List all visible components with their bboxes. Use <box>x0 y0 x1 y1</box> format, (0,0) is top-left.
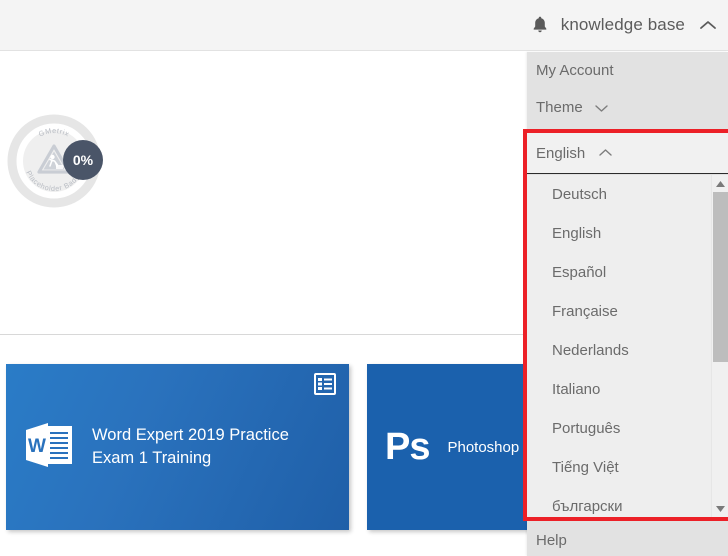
language-option-bulgarski[interactable]: български <box>527 487 728 517</box>
svg-text:W: W <box>28 436 46 457</box>
chevron-up-icon[interactable] <box>698 19 718 32</box>
header-title: knowledge base <box>561 15 685 35</box>
menu-item-my-account-label: My Account <box>536 62 614 79</box>
language-option-portugues[interactable]: Português <box>527 409 728 448</box>
top-header-bar: knowledge base <box>0 0 728 51</box>
language-option-italiano[interactable]: Italiano <box>527 370 728 409</box>
menu-item-my-account[interactable]: My Account <box>527 52 728 89</box>
list-details-icon[interactable] <box>314 373 336 395</box>
language-list-scrollbar[interactable] <box>711 175 728 517</box>
language-selector-current[interactable]: English <box>527 133 728 174</box>
header-account-control[interactable]: knowledge base <box>532 0 718 50</box>
language-option-list[interactable]: Deutsch English Español Française Nederl… <box>527 175 728 517</box>
course-title-word: Word Expert 2019 Practice Exam 1 Trainin… <box>92 424 307 470</box>
language-option-francaise[interactable]: Française <box>527 292 728 331</box>
menu-item-help[interactable]: Help <box>527 525 728 556</box>
language-option-nederlands[interactable]: Nederlands <box>527 331 728 370</box>
word-icon: W <box>24 421 74 474</box>
language-option-deutsch[interactable]: Deutsch <box>527 175 728 214</box>
scroll-down-arrow-icon[interactable] <box>712 500 728 517</box>
chevron-up-icon-language <box>598 148 613 158</box>
bell-icon[interactable] <box>532 16 548 34</box>
course-tile-word[interactable]: W Word Expert 2019 Practice Exam 1 Train… <box>6 364 349 530</box>
menu-item-help-label: Help <box>536 532 567 549</box>
badge-percent-value: 0% <box>73 152 93 168</box>
photoshop-icon: Ps <box>385 428 429 466</box>
language-option-espanol[interactable]: Español <box>527 253 728 292</box>
menu-item-theme-label: Theme <box>536 99 583 116</box>
language-selected-label: English <box>536 145 585 162</box>
scroll-up-arrow-icon[interactable] <box>712 175 728 192</box>
chevron-down-icon <box>594 103 609 113</box>
progress-badge: GMetrix Placeholder Badge 0% <box>6 113 102 209</box>
app-root: knowledge base <box>0 0 728 556</box>
scrollbar-thumb[interactable] <box>713 192 728 362</box>
language-option-tieng-viet[interactable]: Tiếng Việt <box>527 448 728 487</box>
tile-content-word: W Word Expert 2019 Practice Exam 1 Train… <box>6 421 307 474</box>
language-option-english[interactable]: English <box>527 214 728 253</box>
menu-item-theme[interactable]: Theme <box>527 89 728 126</box>
badge-percent-circle: 0% <box>63 140 103 180</box>
